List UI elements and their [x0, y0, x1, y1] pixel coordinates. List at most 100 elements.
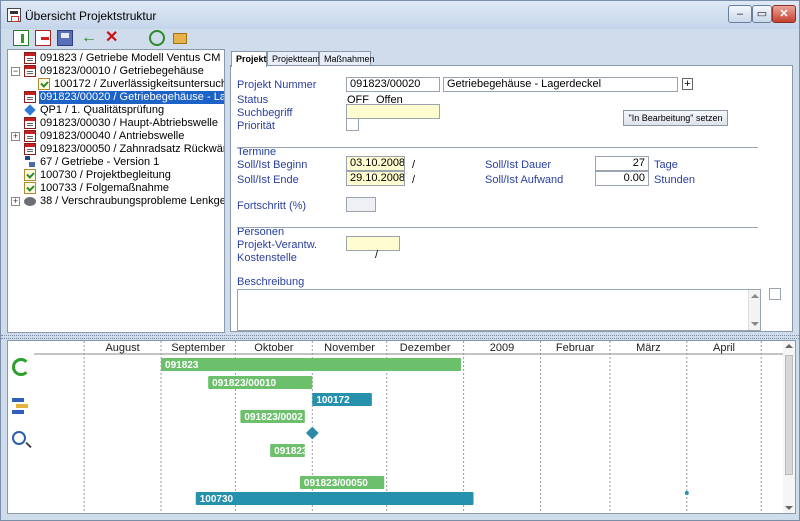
tree-item-label: 100730 / Projektbegleitung — [40, 169, 171, 181]
gantt-bar-label: 091823 — [165, 360, 199, 371]
window-title: Übersicht Projektstruktur — [25, 9, 157, 23]
zoom-icon[interactable] — [12, 431, 26, 445]
tree-item-label: QP1 / 1. Qualitätsprüfung — [40, 104, 165, 116]
new-icon[interactable] — [13, 30, 29, 46]
suchbegriff-field[interactable] — [346, 104, 440, 119]
expand-icon[interactable]: + — [11, 197, 20, 206]
project-icon — [24, 52, 36, 64]
refresh-icon[interactable] — [12, 358, 30, 376]
gantt-chart: August September Oktober November Dezember 20… — [7, 340, 796, 514]
gantt-toolbar — [8, 341, 34, 513]
chat-icon — [24, 197, 36, 206]
aufwand-field[interactable]: 0.00 — [595, 171, 649, 186]
gantt-bar[interactable] — [161, 358, 462, 371]
gantt-bar-label: 100730 — [200, 494, 234, 505]
gantt-bar[interactable] — [195, 492, 474, 505]
projekt-name-field[interactable]: Getriebegehäuse - Lagerdeckel — [443, 77, 678, 92]
gantt-bar-label: 091823/0002 — [244, 412, 303, 423]
tab-projektteam[interactable]: Projektteam — [267, 51, 320, 66]
kostenstelle-separator: / — [375, 249, 379, 261]
beschreibung-label: Beschreibung — [237, 276, 305, 288]
minimize-button[interactable]: – — [728, 5, 752, 23]
in-bearbeitung-button[interactable]: "In Bearbeitung" setzen — [623, 110, 728, 126]
project-icon — [24, 91, 36, 103]
dauer-field[interactable]: 27 — [595, 156, 649, 171]
aufwand-unit: Stunden — [654, 174, 695, 186]
gantt-bar-label: 100172 — [316, 395, 350, 406]
kostenstelle-label: Kostenstelle — [237, 252, 297, 264]
verantw-field[interactable] — [346, 236, 400, 251]
tree-item-label: 100172 / Zuverlässigkeitsuntersuchungen — [54, 78, 224, 90]
month-label: 2009 — [490, 342, 514, 354]
tree-item-label: 100733 / Folgemaßnahme — [40, 182, 170, 194]
beschreibung-expand-button[interactable] — [769, 288, 781, 300]
beschreibung-scrollbar[interactable] — [748, 290, 760, 330]
projekt-nummer-field[interactable]: 091823/00020 — [346, 77, 440, 92]
structure-icon — [24, 156, 36, 168]
tree-item-label: 091823/00050 / Zahnradsatz Rückwärtsgang — [40, 143, 224, 155]
beschreibung-textarea[interactable] — [237, 289, 761, 331]
gantt-bars-icon[interactable] — [12, 395, 30, 413]
termine-divider — [237, 147, 758, 148]
dauer-unit: Tage — [654, 159, 678, 171]
ende-separator: / — [412, 174, 416, 186]
tree-item-label: 091823/00040 / Antriebswelle — [40, 130, 185, 142]
close-button[interactable]: ✕ — [772, 5, 796, 23]
gantt-marker — [684, 491, 689, 495]
project-tree: 091823 / Getriebe Modell Ventus CM − 09182… — [7, 49, 225, 333]
gantt-bar-label: 091823/00010 — [212, 378, 276, 389]
collapse-icon[interactable]: − — [11, 67, 20, 76]
gantt-milestone[interactable] — [304, 425, 321, 441]
dauer-label: Soll/Ist Dauer — [485, 159, 552, 171]
verantw-label: Projekt-Verantw. — [237, 239, 318, 251]
month-label: August — [105, 342, 139, 354]
prioritaet-field[interactable] — [346, 118, 359, 131]
beginn-field[interactable]: 03.10.2008 — [346, 156, 405, 171]
task-icon — [24, 182, 36, 194]
delete-icon[interactable] — [35, 30, 51, 46]
tab-massnahmen[interactable]: Maßnahmen — [319, 51, 375, 66]
gantt-bar-label: 091823/00050 — [304, 478, 368, 489]
expand-icon[interactable]: + — [11, 132, 20, 141]
ende-field[interactable]: 29.10.2008 — [346, 171, 405, 186]
project-icon — [24, 65, 36, 77]
month-label: April — [713, 342, 735, 354]
back-arrow-icon[interactable]: ← — [81, 30, 97, 46]
personen-divider — [237, 227, 758, 228]
gantt-timeline: August September Oktober November Dezember 20… — [34, 341, 784, 513]
beginn-label: Soll/Ist Beginn — [237, 159, 308, 171]
tree-item-label: 091823/00030 / Haupt-Abtriebswelle — [40, 117, 218, 129]
folder-icon[interactable] — [173, 33, 187, 44]
month-label: Oktober — [254, 342, 293, 354]
projekt-nummer-label: Projekt Nummer — [237, 79, 317, 91]
cancel-icon[interactable]: ✕ — [105, 30, 121, 46]
status-label: Status — [237, 94, 269, 106]
app-logo-icon — [7, 8, 21, 22]
project-icon — [24, 117, 36, 129]
gantt-scrollbar[interactable] — [783, 341, 795, 513]
tree-item-label: 091823 / Getriebe Modell Ventus CM — [40, 52, 221, 64]
tree-item-label: 67 / Getriebe - Version 1 — [40, 156, 160, 168]
month-label: Februar — [556, 342, 595, 354]
tree-item-label: 38 / Verschraubungsprobleme Lenkgehäuse — [40, 195, 224, 207]
title-bar: Übersicht Projektstruktur – ▭ ✕ — [1, 1, 799, 29]
fortschritt-spinner[interactable] — [346, 197, 376, 212]
add-button[interactable]: + — [682, 78, 693, 90]
pane-splitter[interactable] — [1, 335, 799, 339]
month-label: September — [171, 342, 225, 354]
maximize-button[interactable]: ▭ — [752, 5, 772, 23]
project-icon — [24, 143, 36, 155]
beginn-separator: / — [412, 159, 416, 171]
tab-projekt[interactable]: Projekt — [231, 51, 267, 67]
toolbar: ← ✕ — [7, 29, 795, 47]
projekt-form: Projekt Nummer 091823/00020 Getriebegehä… — [230, 65, 793, 332]
tree-item-label: 091823/00020 / Getriebegehäuse - Lagerde… — [38, 90, 224, 105]
history-icon[interactable] — [149, 30, 165, 46]
task-icon — [24, 169, 36, 181]
project-icon — [24, 130, 36, 142]
month-label: März — [636, 342, 660, 354]
fortschritt-label: Fortschritt (%) — [237, 200, 307, 212]
detail-pane: Projekt Projektteam Maßnahmen Projekt Nu… — [230, 49, 795, 333]
aufwand-label: Soll/Ist Aufwand — [485, 174, 564, 186]
save-icon[interactable] — [57, 30, 73, 46]
